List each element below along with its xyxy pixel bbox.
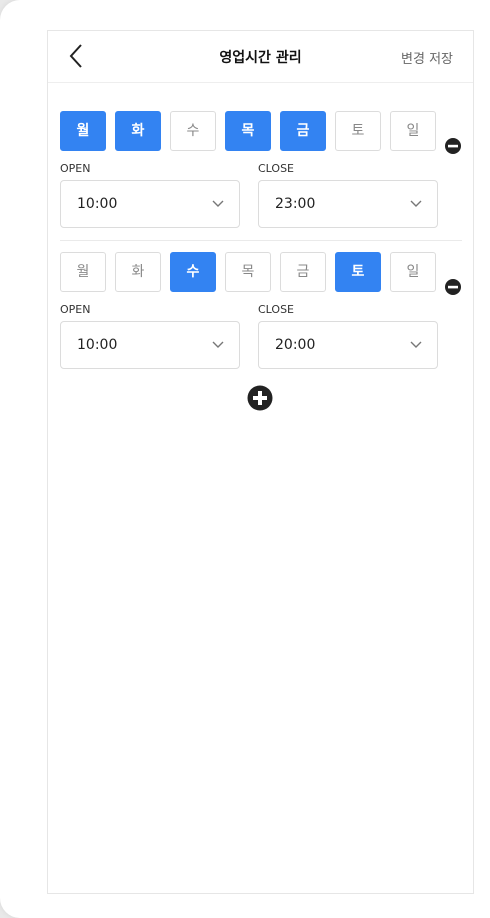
day-button-mon[interactable]: 월 [60, 111, 106, 151]
day-button-fri[interactable]: 금 [280, 252, 326, 292]
add-schedule-button[interactable] [247, 385, 273, 411]
close-time-select[interactable]: 23:00 [258, 180, 438, 228]
minus-circle-icon [445, 138, 461, 154]
chevron-down-icon [212, 200, 224, 207]
app-screen: 영업시간 관리 변경 저장 월 화 수 목 금 토 일 OPEN CLOSE 1… [0, 0, 490, 918]
day-button-tue[interactable]: 화 [115, 252, 161, 292]
day-button-sun[interactable]: 일 [390, 111, 436, 151]
day-button-thu[interactable]: 목 [225, 111, 271, 151]
day-selector: 월 화 수 목 금 토 일 [60, 111, 460, 151]
day-selector: 월 화 수 목 금 토 일 [60, 252, 460, 292]
day-button-sun[interactable]: 일 [390, 252, 436, 292]
day-button-sat[interactable]: 토 [335, 252, 381, 292]
open-time-select[interactable]: 10:00 [60, 180, 240, 228]
chevron-down-icon [410, 200, 422, 207]
open-label: OPEN [60, 162, 91, 175]
close-time-value: 20:00 [275, 337, 316, 353]
close-time-select[interactable]: 20:00 [258, 321, 438, 369]
plus-circle-icon [247, 385, 273, 411]
phone-frame: 영업시간 관리 변경 저장 월 화 수 목 금 토 일 OPEN CLOSE 1… [47, 30, 474, 894]
open-time-value: 10:00 [77, 337, 118, 353]
minus-circle-icon [445, 279, 461, 295]
divider [60, 240, 462, 241]
day-button-tue[interactable]: 화 [115, 111, 161, 151]
close-time-value: 23:00 [275, 196, 316, 212]
day-button-fri[interactable]: 금 [280, 111, 326, 151]
close-label: CLOSE [258, 303, 295, 316]
chevron-down-icon [410, 341, 422, 348]
close-label: CLOSE [258, 162, 295, 175]
day-button-thu[interactable]: 목 [225, 252, 271, 292]
open-time-select[interactable]: 10:00 [60, 321, 240, 369]
day-button-wed[interactable]: 수 [170, 252, 216, 292]
remove-schedule-button[interactable] [444, 137, 462, 155]
day-button-wed[interactable]: 수 [170, 111, 216, 151]
remove-schedule-button[interactable] [444, 278, 462, 296]
open-label: OPEN [60, 303, 91, 316]
chevron-down-icon [212, 341, 224, 348]
save-button[interactable]: 변경 저장 [401, 48, 453, 67]
day-button-mon[interactable]: 월 [60, 252, 106, 292]
day-button-sat[interactable]: 토 [335, 111, 381, 151]
open-time-value: 10:00 [77, 196, 118, 212]
header: 영업시간 관리 변경 저장 [48, 31, 473, 83]
